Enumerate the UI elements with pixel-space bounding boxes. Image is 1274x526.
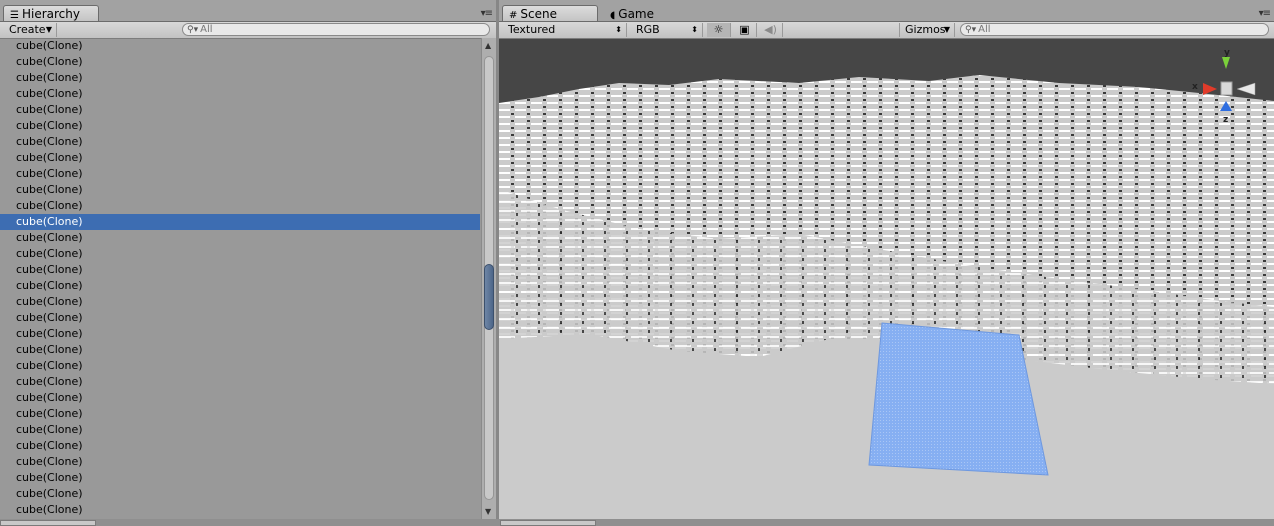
scene-panel: # Scene ◖ Game ▾≡ Textured ⬍ RGB ⬍ ☼ ▣ ◀) Gi… <box>499 0 1274 526</box>
hierarchy-item[interactable]: cube(Clone) <box>0 310 480 326</box>
hierarchy-item[interactable]: cube(Clone) <box>0 118 480 134</box>
color-mode-value: RGB <box>636 23 660 36</box>
tab-hierarchy[interactable]: ☰ Hierarchy <box>3 5 99 21</box>
hierarchy-tabstrip: ☰ Hierarchy ▾≡ <box>0 0 496 22</box>
hierarchy-search-placeholder: All <box>200 24 213 35</box>
sun-icon: ☼ <box>713 23 724 36</box>
hierarchy-item[interactable]: cube(Clone) <box>0 326 480 342</box>
x-axis-label: x <box>1192 82 1198 92</box>
hierarchy-item[interactable]: cube(Clone) <box>0 230 480 246</box>
scroll-down-icon[interactable]: ▼ <box>485 507 491 516</box>
hierarchy-item[interactable]: cube(Clone) <box>0 166 480 182</box>
hierarchy-list: cube(Clone) cube(Clone) cube(Clone) cube(Cl… <box>0 38 480 518</box>
hierarchy-item[interactable]: cube(Clone) <box>0 86 480 102</box>
hierarchy-item[interactable]: cube(Clone) <box>0 342 480 358</box>
hierarchy-item[interactable]: cube(Clone) <box>0 198 480 214</box>
y-axis-cone[interactable] <box>1222 57 1230 69</box>
neg-x-axis-cone[interactable] <box>1236 82 1256 96</box>
image-toggle[interactable]: ▣ <box>733 23 757 37</box>
hierarchy-item[interactable]: cube(Clone) <box>0 406 480 422</box>
hierarchy-item[interactable]: cube(Clone) <box>0 454 480 470</box>
chevron-down-icon: ▼ <box>45 25 52 34</box>
audio-toggle[interactable]: ◀) <box>759 23 783 37</box>
scene-search-placeholder: All <box>978 24 991 35</box>
center-cube[interactable] <box>1220 81 1233 96</box>
terrain-render <box>499 75 1274 519</box>
hierarchy-item[interactable]: cube(Clone) <box>0 390 480 406</box>
speaker-icon: ◀) <box>764 23 777 36</box>
hierarchy-item[interactable]: cube(Clone) <box>0 486 480 502</box>
scene-toolbar: Textured ⬍ RGB ⬍ ☼ ▣ ◀) Gizmos ▼ ⚲▾ All <box>499 22 1274 39</box>
hierarchy-search-input[interactable]: ⚲▾ All <box>182 23 490 36</box>
lighting-toggle[interactable]: ☼ <box>707 23 731 37</box>
scene-tabstrip: # Scene ◖ Game ▾≡ <box>499 0 1274 22</box>
hierarchy-scrollbar[interactable]: ▲ ▼ <box>481 38 496 519</box>
bottom-tab-right[interactable] <box>500 520 596 526</box>
hierarchy-toolbar: Create ▼ ⚲▾ All <box>0 22 496 39</box>
status-bar <box>0 519 1274 526</box>
chevron-down-icon: ▼ <box>943 25 950 34</box>
hierarchy-item[interactable]: cube(Clone) <box>0 70 480 86</box>
hierarchy-item[interactable]: cube(Clone) <box>0 262 480 278</box>
y-axis-label: y <box>1224 48 1230 58</box>
search-icon: ⚲▾ <box>965 25 977 35</box>
scene-viewport[interactable]: y x z <box>499 39 1274 519</box>
scene-search-input[interactable]: ⚲▾ All <box>960 23 1269 36</box>
hierarchy-item[interactable]: cube(Clone) <box>0 214 480 230</box>
hierarchy-item[interactable]: cube(Clone) <box>0 38 480 54</box>
hierarchy-item[interactable]: cube(Clone) <box>0 54 480 70</box>
z-axis-label: z <box>1223 115 1228 125</box>
hierarchy-item[interactable]: cube(Clone) <box>0 438 480 454</box>
selected-plane[interactable] <box>868 322 1049 476</box>
hierarchy-item[interactable]: cube(Clone) <box>0 358 480 374</box>
hierarchy-item[interactable]: cube(Clone) <box>0 294 480 310</box>
panel-menu-icon[interactable]: ▾≡ <box>481 8 493 19</box>
tab-scene-label: Scene <box>520 7 557 21</box>
gizmos-dropdown[interactable]: Gizmos ▼ <box>899 23 955 37</box>
gizmos-label: Gizmos <box>905 23 946 36</box>
updown-icon: ⬍ <box>691 25 698 34</box>
hierarchy-item[interactable]: cube(Clone) <box>0 134 480 150</box>
panel-menu-icon[interactable]: ▾≡ <box>1259 8 1271 19</box>
hierarchy-item[interactable]: cube(Clone) <box>0 422 480 438</box>
hierarchy-item[interactable]: cube(Clone) <box>0 102 480 118</box>
tab-game-label: Game <box>618 7 655 21</box>
create-label: Create <box>9 23 46 36</box>
hierarchy-item[interactable]: cube(Clone) <box>0 182 480 198</box>
x-axis-cone[interactable] <box>1203 83 1217 95</box>
hierarchy-panel: ☰ Hierarchy ▾≡ Create ▼ ⚲▾ All cube(Clone) c… <box>0 0 496 526</box>
hierarchy-item[interactable]: cube(Clone) <box>0 502 480 518</box>
bottom-tab-left[interactable] <box>0 520 96 526</box>
updown-icon: ⬍ <box>615 25 622 34</box>
hierarchy-item[interactable]: cube(Clone) <box>0 470 480 486</box>
render-mode-dropdown[interactable]: Textured ⬍ <box>503 23 627 37</box>
image-icon: ▣ <box>739 23 750 36</box>
render-mode-value: Textured <box>508 23 556 36</box>
hierarchy-item[interactable]: cube(Clone) <box>0 374 480 390</box>
create-dropdown[interactable]: Create ▼ <box>4 23 57 37</box>
z-axis-cone[interactable] <box>1220 101 1232 111</box>
orientation-gizmo[interactable]: y x z <box>1189 47 1269 127</box>
tab-scene[interactable]: # Scene <box>502 5 598 21</box>
scrollbar-thumb[interactable] <box>484 264 494 330</box>
hierarchy-item[interactable]: cube(Clone) <box>0 150 480 166</box>
tab-game[interactable]: ◖ Game <box>603 5 673 21</box>
tab-hierarchy-label: Hierarchy <box>21 7 80 21</box>
hierarchy-item[interactable]: cube(Clone) <box>0 278 480 294</box>
search-icon: ⚲▾ <box>187 25 199 35</box>
hierarchy-item[interactable]: cube(Clone) <box>0 246 480 262</box>
color-mode-dropdown[interactable]: RGB ⬍ <box>631 23 703 37</box>
scroll-up-icon[interactable]: ▲ <box>485 41 491 50</box>
